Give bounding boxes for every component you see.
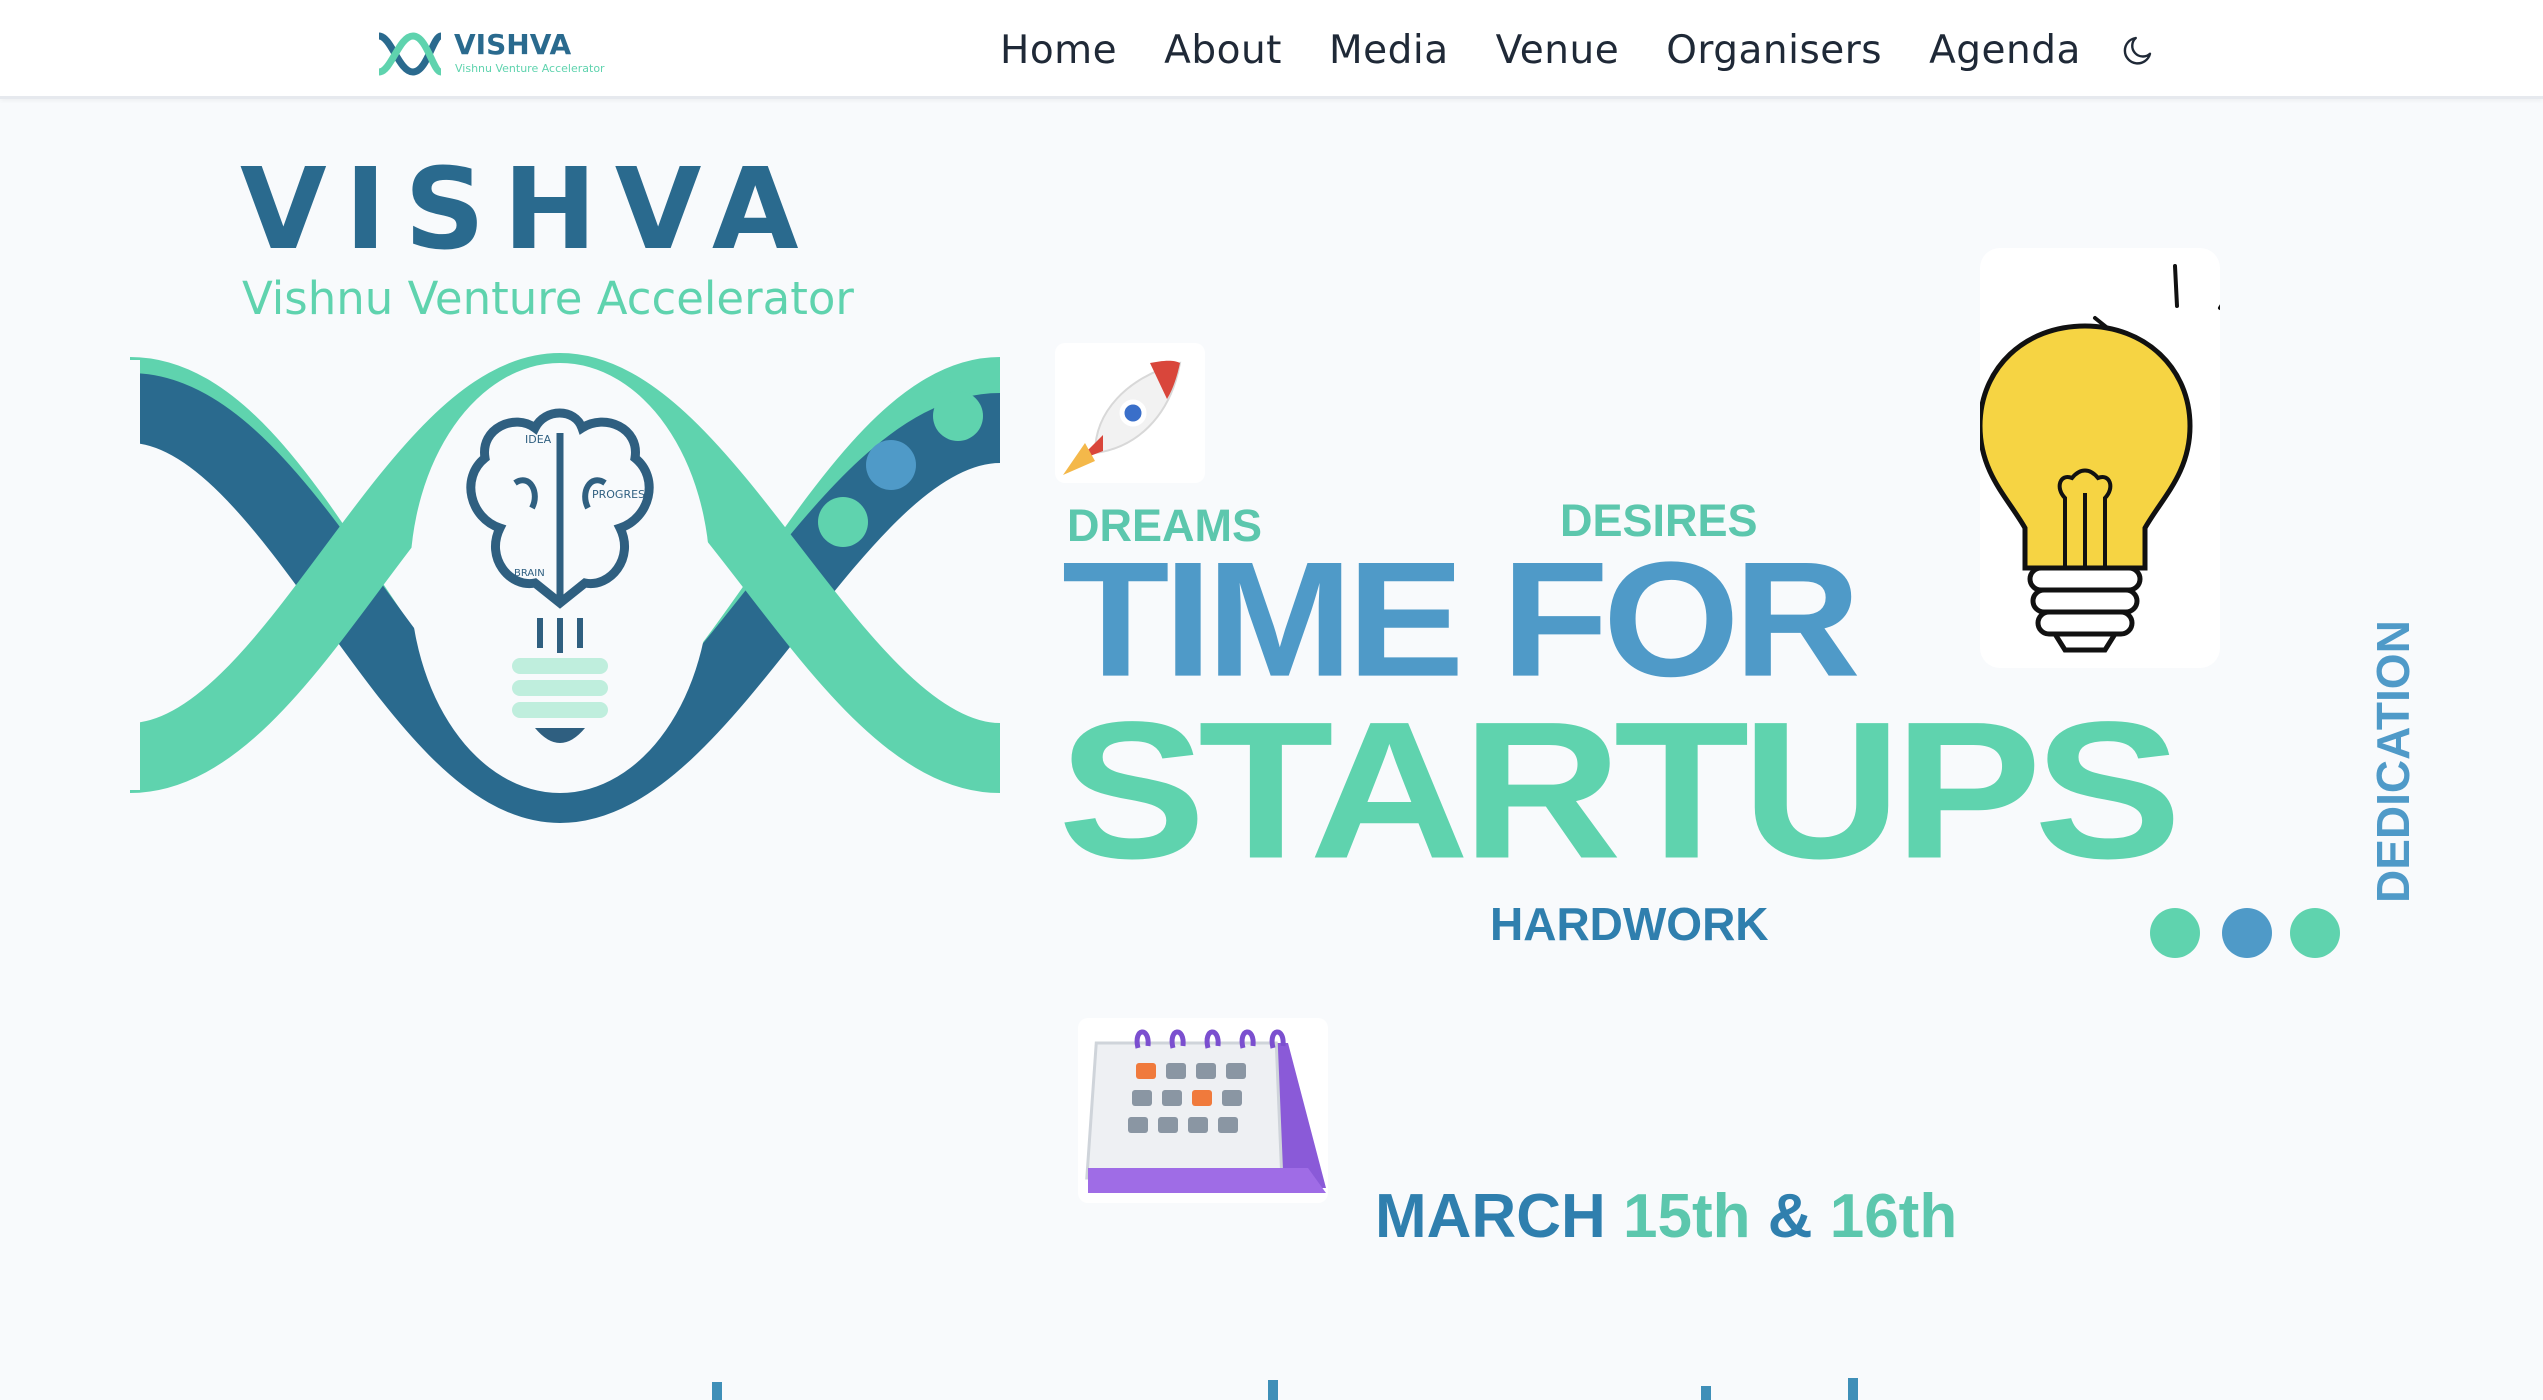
lightbulb-icon	[1980, 248, 2220, 668]
next-section-heading-partial	[712, 1378, 1858, 1400]
date-day-2: 16th	[1829, 1182, 1958, 1251]
navbar: VISHVA Vishnu Venture Accelerator Home A…	[0, 0, 2543, 99]
hero-logo: VISHVA Vishnu Venture Accelerator IDEA P…	[120, 145, 1020, 824]
nav-logo[interactable]: VISHVA Vishnu Venture Accelerator	[377, 28, 607, 78]
logo-mark-icon	[377, 32, 443, 76]
brain-icon: IDEA PROGRESS BRAIN	[410, 363, 710, 793]
nav-link-about[interactable]: About	[1164, 28, 1282, 73]
nav-link-home[interactable]: Home	[1000, 28, 1117, 73]
moon-icon[interactable]	[2120, 32, 2156, 68]
nav-link-agenda[interactable]: Agenda	[1929, 28, 2081, 73]
hero-banner: VISHVA Vishnu Venture Accelerator IDEA P…	[0, 98, 2543, 1388]
word-dedication: DEDICATION	[2367, 620, 2419, 903]
date-month: MARCH	[1375, 1182, 1606, 1251]
date-ampersand: &	[1767, 1182, 1813, 1251]
nav-link-venue[interactable]: Venue	[1496, 28, 1620, 73]
calendar-icon	[1078, 1018, 1328, 1203]
word-startups: STARTUPS	[1058, 681, 2182, 900]
brain-label-brain: BRAIN	[514, 568, 545, 579]
brain-label-idea: IDEA	[525, 433, 552, 446]
hero-brand-name: VISHVA	[240, 145, 817, 275]
word-hardwork: HARDWORK	[1490, 898, 1769, 950]
nav-link-organisers[interactable]: Organisers	[1666, 28, 1882, 73]
nav-links: Home About Media Venue Organisers Agenda	[1000, 22, 2156, 78]
decorative-dots	[2150, 908, 2340, 958]
nav-brand-name: VISHVA	[454, 28, 571, 61]
nav-link-media[interactable]: Media	[1329, 28, 1449, 73]
event-date: MARCH 15th & 16th	[1375, 1186, 1957, 1248]
word-time-for: TIME FOR	[1062, 528, 1861, 711]
hero-brand-tagline: Vishnu Venture Accelerator	[242, 272, 854, 325]
date-day-1: 15th	[1622, 1182, 1751, 1251]
rocket-icon	[1055, 343, 1205, 483]
nav-brand-tagline: Vishnu Venture Accelerator	[455, 62, 605, 75]
brain-label-progress: PROGRESS	[592, 488, 652, 501]
